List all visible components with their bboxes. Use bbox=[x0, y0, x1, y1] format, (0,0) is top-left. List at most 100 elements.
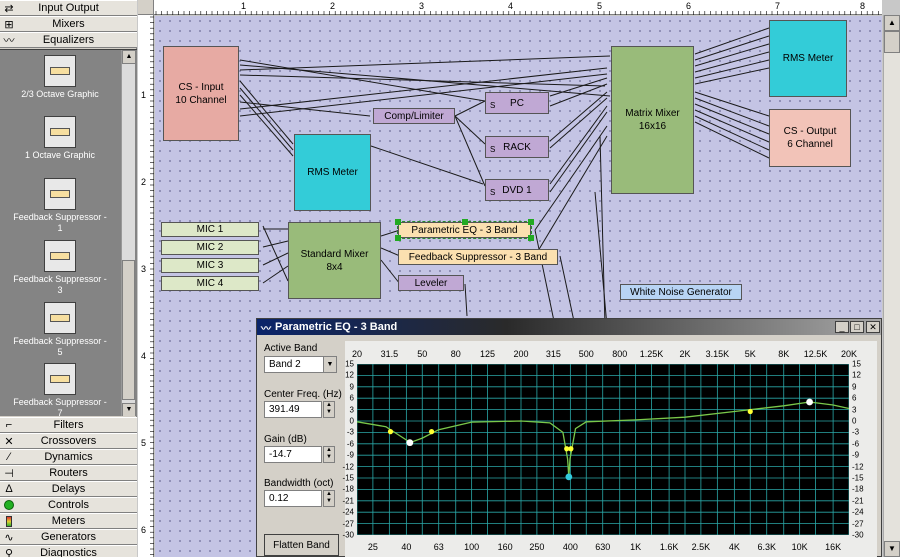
bandwidth-field[interactable]: 0.12 bbox=[264, 490, 322, 507]
db-tick-label: -9 bbox=[346, 450, 354, 460]
scroll-down-arrow-icon[interactable]: ▼ bbox=[122, 403, 136, 416]
selection-handle[interactable] bbox=[528, 219, 534, 225]
delay-icon: Δ bbox=[5, 483, 13, 495]
palette-item-label: Feedback Suppressor - 1 bbox=[13, 212, 107, 233]
palette-item-label: Feedback Suppressor - 5 bbox=[13, 336, 107, 357]
palette-category-filters[interactable]: ⌐ Filters bbox=[0, 417, 137, 433]
matrix-mixer-block[interactable]: Matrix Mixer 16x16 bbox=[611, 46, 694, 194]
palette-item-list: 2/3 Octave Graphic 1 Octave Graphic Feed… bbox=[0, 49, 137, 416]
minimize-button[interactable]: _ bbox=[835, 321, 849, 333]
palette-item[interactable]: Feedback Suppressor - 7 bbox=[10, 363, 110, 416]
bandwidth-stepper[interactable]: ▲ ▼ bbox=[323, 490, 335, 507]
palette-category-meters[interactable]: Meters bbox=[0, 513, 137, 529]
bandwidth-value: 0.12 bbox=[269, 493, 289, 504]
mic-3-block[interactable]: MIC 3 bbox=[161, 258, 259, 273]
gain-stepper[interactable]: ▲ ▼ bbox=[323, 446, 335, 463]
palette-category-mixers[interactable]: ⊞ Mixers bbox=[0, 16, 137, 32]
palette-item[interactable]: Feedback Suppressor - 3 bbox=[10, 240, 110, 296]
block-subtitle: 6 Channel bbox=[787, 139, 833, 150]
bandwidth-handle[interactable] bbox=[428, 429, 435, 435]
db-tick-label: -6 bbox=[346, 439, 354, 449]
hz-tick-label: 50 bbox=[417, 349, 428, 359]
palette-item[interactable]: 1 Octave Graphic bbox=[10, 116, 110, 161]
gain-field[interactable]: -14.7 bbox=[264, 446, 322, 463]
cs-input-block[interactable]: CS - Input 10 Channel bbox=[163, 46, 239, 141]
palette-item[interactable]: 2/3 Octave Graphic bbox=[10, 55, 110, 100]
scroll-up-arrow-icon[interactable]: ▲ bbox=[884, 15, 900, 31]
block-title: PC bbox=[510, 97, 524, 109]
eq-response-plot[interactable] bbox=[357, 364, 849, 535]
palette-category-dynamics[interactable]: ⁄ Dynamics bbox=[0, 449, 137, 465]
close-button[interactable]: ✕ bbox=[866, 321, 880, 333]
db-tick-label: -21 bbox=[342, 496, 354, 506]
band-point[interactable] bbox=[806, 398, 813, 406]
palette-scrollbar[interactable]: ▲ ▼ bbox=[121, 50, 136, 416]
active-band-select[interactable]: Band 2 bbox=[264, 356, 324, 373]
db-tick-label: 6 bbox=[349, 393, 354, 403]
center-freq-field[interactable]: 391.49 bbox=[264, 401, 322, 418]
mic-4-block[interactable]: MIC 4 bbox=[161, 276, 259, 291]
eq-block-icon bbox=[44, 116, 76, 148]
hz-tick-label: 125 bbox=[480, 349, 496, 359]
db-tick-label: -24 bbox=[852, 507, 864, 517]
palette-category-label: Input Output bbox=[38, 2, 99, 14]
canvas-vertical-scrollbar[interactable]: ▲ ▼ bbox=[883, 15, 900, 557]
pc-block[interactable]: S PC bbox=[485, 92, 549, 114]
palette-item[interactable]: Feedback Suppressor - 5 bbox=[10, 302, 110, 358]
db-tick-label: -12 bbox=[342, 462, 354, 472]
bandwidth-handle[interactable] bbox=[747, 408, 753, 415]
parametric-eq-block[interactable]: Parametric EQ - 3 Band bbox=[395, 219, 534, 241]
ruler-ticks bbox=[155, 11, 879, 15]
palette-item[interactable]: Feedback Suppressor - 1 bbox=[10, 178, 110, 234]
ruler-horizontal: 1 2 3 4 5 6 7 8 bbox=[154, 0, 882, 15]
palette-category-label: Controls bbox=[48, 499, 89, 511]
bandwidth-handle[interactable] bbox=[387, 429, 394, 435]
palette-category-label: Delays bbox=[51, 483, 86, 495]
scrollbar-thumb[interactable] bbox=[884, 31, 900, 53]
leveler-block[interactable]: Leveler bbox=[398, 275, 464, 291]
rack-block[interactable]: S RACK bbox=[485, 136, 549, 158]
rms-meter-block[interactable]: RMS Meter bbox=[294, 134, 371, 211]
palette-category-diagnostics[interactable]: ⚲ Diagnostics bbox=[0, 545, 137, 557]
rms-meter-output-block[interactable]: RMS Meter bbox=[769, 20, 847, 97]
selection-handle[interactable] bbox=[395, 219, 401, 225]
feedback-suppressor-block[interactable]: Feedback Suppressor - 3 Band bbox=[398, 249, 558, 265]
hz-tick-label: 100 bbox=[464, 542, 480, 552]
db-tick-label: -27 bbox=[852, 519, 864, 529]
center-freq-stepper[interactable]: ▲ ▼ bbox=[323, 401, 335, 418]
palette-category-input-output[interactable]: ⇄ Input Output bbox=[0, 0, 137, 16]
crossover-icon: ✕ bbox=[4, 435, 14, 448]
chevron-down-icon[interactable]: ▼ bbox=[323, 356, 337, 373]
cs-output-block[interactable]: CS - Output 6 Channel bbox=[769, 109, 851, 167]
ruler-label: 5 bbox=[597, 1, 603, 11]
scrollbar-thumb[interactable] bbox=[122, 260, 135, 400]
mic-1-block[interactable]: MIC 1 bbox=[161, 222, 259, 237]
active-band-label: Active Band bbox=[264, 343, 318, 354]
palette-category-equalizers[interactable]: 〰 Equalizers bbox=[0, 32, 137, 48]
scroll-down-arrow-icon[interactable]: ▼ bbox=[884, 541, 900, 557]
band-point[interactable] bbox=[406, 439, 414, 447]
palette-item-label: 2/3 Octave Graphic bbox=[21, 89, 99, 99]
eq-title-bar[interactable]: 〰 Parametric EQ - 3 Band bbox=[257, 319, 881, 335]
palette-category-delays[interactable]: Δ Delays bbox=[0, 481, 137, 497]
palette-category-label: Meters bbox=[51, 515, 86, 527]
flatten-band-button[interactable]: Flatten Band bbox=[264, 534, 339, 556]
mic-2-block[interactable]: MIC 2 bbox=[161, 240, 259, 255]
selection-handle[interactable] bbox=[395, 235, 401, 241]
db-tick-label: 9 bbox=[349, 382, 354, 392]
selection-handle[interactable] bbox=[462, 219, 468, 225]
scroll-up-arrow-icon[interactable]: ▲ bbox=[122, 50, 136, 64]
dvd-block[interactable]: S DVD 1 bbox=[485, 179, 549, 201]
bandwidth-handle[interactable] bbox=[568, 446, 574, 452]
palette-category-crossovers[interactable]: ✕ Crossovers bbox=[0, 433, 137, 449]
palette-category-routers[interactable]: ⊣ Routers bbox=[0, 465, 137, 481]
selection-handle[interactable] bbox=[528, 235, 534, 241]
feedback-block-icon bbox=[44, 178, 76, 210]
comp-limiter-block[interactable]: Comp/Limiter bbox=[373, 108, 455, 124]
band-point[interactable] bbox=[565, 473, 573, 481]
white-noise-generator-block[interactable]: White Noise Generator bbox=[620, 284, 742, 300]
maximize-button[interactable]: □ bbox=[850, 321, 864, 333]
standard-mixer-block[interactable]: Standard Mixer 8x4 bbox=[288, 222, 381, 299]
palette-category-generators[interactable]: ∿ Generators bbox=[0, 529, 137, 545]
palette-category-controls[interactable]: Controls bbox=[0, 497, 137, 513]
